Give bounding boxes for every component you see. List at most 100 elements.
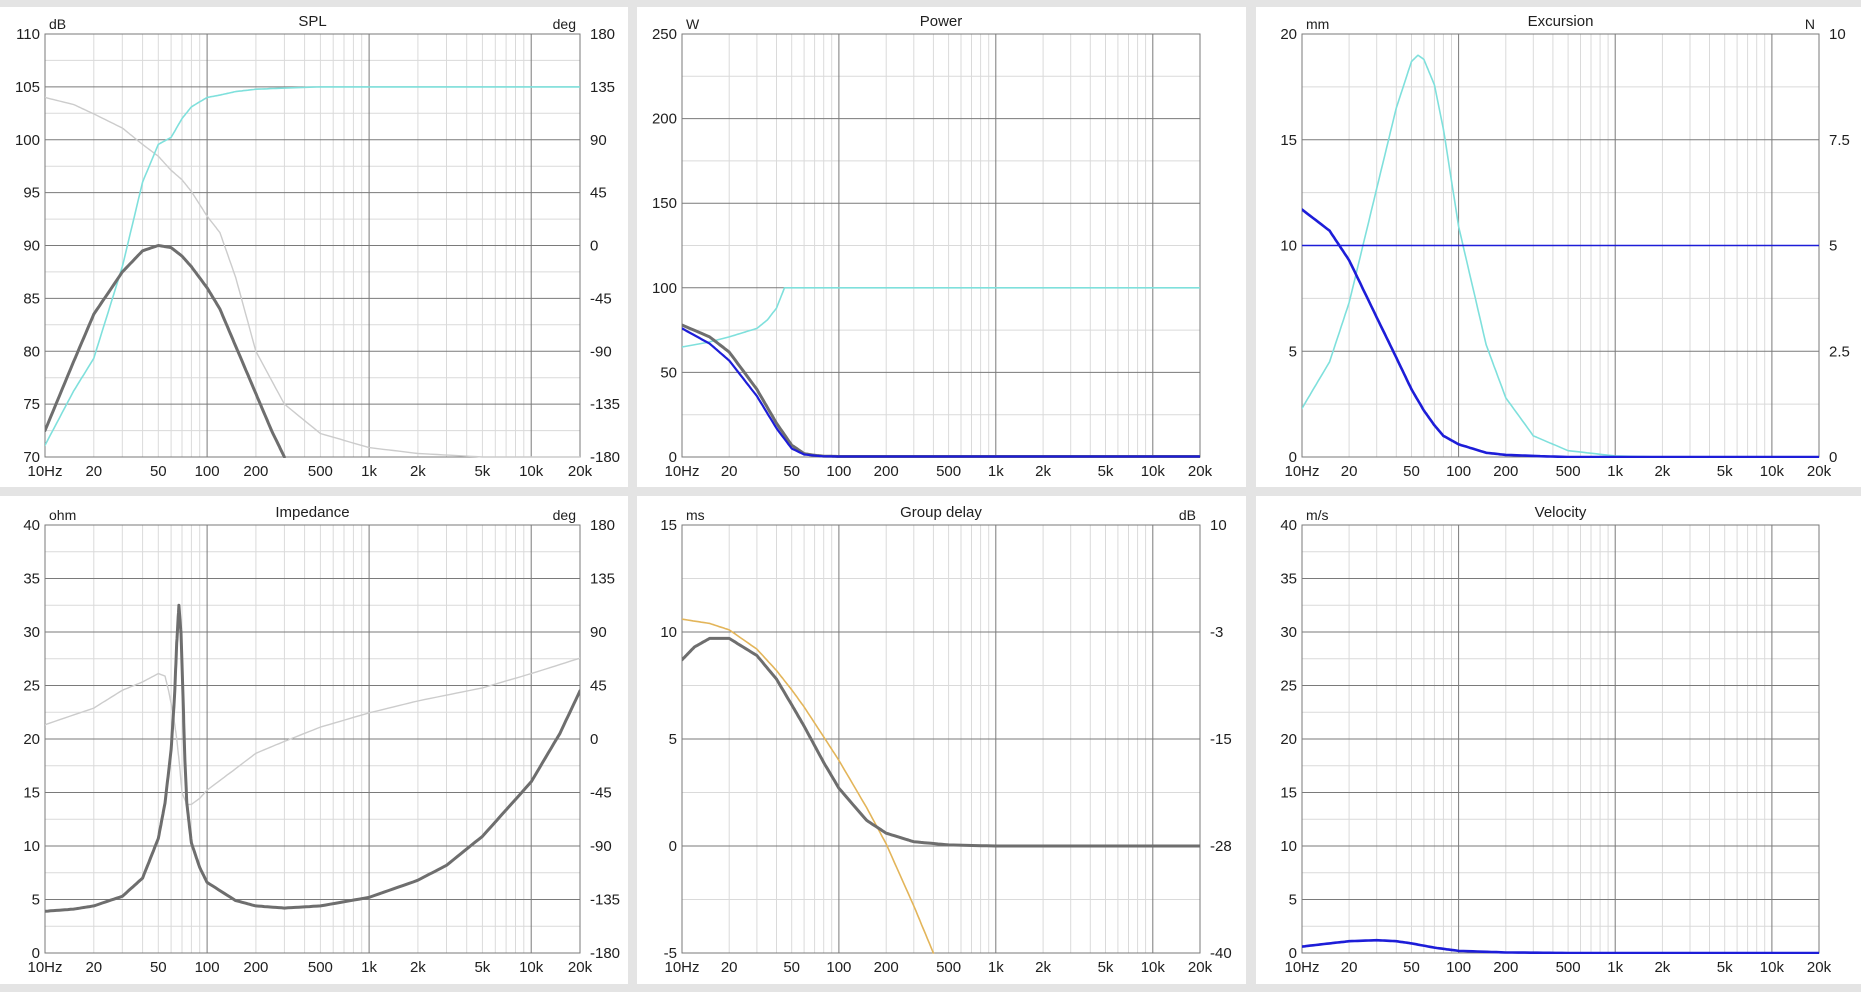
x-tick-label: 10Hz: [664, 463, 699, 480]
x-tick-label: 100: [195, 959, 220, 976]
y-tick-label: 10: [1280, 838, 1297, 855]
y-tick-label: 15: [1280, 785, 1297, 802]
x-tick-label: 500: [936, 463, 961, 480]
y-axis-unit: dB: [49, 16, 66, 32]
x-tick-label: 20k: [568, 463, 593, 480]
y-tick-label: 10: [23, 838, 40, 855]
spl-chart: SPLdB deg707580859095100105110-180-135-90…: [15, 13, 620, 480]
y2-tick-label: -28: [1210, 838, 1232, 855]
y-tick-label: 5: [1289, 892, 1297, 909]
x-tick-label: 100: [195, 463, 220, 480]
y2-tick-label: 0: [590, 731, 598, 748]
x-tick-label: 1k: [1607, 463, 1623, 480]
x-tick-label: 200: [1493, 959, 1518, 976]
y-tick-label: 150: [652, 195, 677, 212]
y-tick-label: 20: [1280, 731, 1297, 748]
y-tick-label: 0: [669, 838, 677, 855]
y-axis-unit: ohm: [49, 507, 76, 523]
x-tick-label: 100: [1446, 959, 1471, 976]
power-chart: PowerW05010015020025010Hz 20 50 100 200 500 1k…: [652, 13, 1213, 480]
x-tick-label: 10Hz: [27, 959, 62, 976]
y-tick-label: 25: [23, 678, 40, 695]
x-tick-label: 10k: [519, 959, 544, 976]
x-tick-label: 2k: [1654, 463, 1670, 480]
y2-axis-unit: deg: [553, 507, 576, 523]
x-tick-label: 5k: [474, 959, 490, 976]
x-tick-label: 200: [243, 463, 268, 480]
y-tick-label: 15: [1280, 132, 1297, 149]
major-gridlines: [45, 34, 580, 457]
chart-title: Excursion: [1528, 13, 1594, 30]
series-line-1: [682, 618, 935, 954]
series-group: [682, 618, 1200, 954]
velocity-chart-panel: Velocity m/s 0 5 10 15 20 25 30 35 40 10Hz 20 50 100 20…: [1256, 496, 1861, 984]
y-tick-label: 15: [660, 517, 677, 534]
series-line-1: [1302, 938, 1819, 954]
x-tick-label: 2k: [1035, 463, 1051, 480]
x-tick-label: 20k: [1807, 463, 1832, 480]
y-tick-label: 250: [652, 26, 677, 43]
y2-tick-label: 45: [590, 185, 607, 202]
x-tick-label: 200: [874, 463, 899, 480]
y-tick-label: 105: [15, 79, 40, 96]
x-tick-label: 50: [783, 959, 800, 976]
x-tick-label: 20: [1341, 959, 1358, 976]
x-tick-label: 200: [243, 959, 268, 976]
x-tick-label: 10k: [1760, 463, 1785, 480]
y-tick-label: 90: [23, 238, 40, 255]
chart-title: SPL: [298, 13, 326, 30]
y-tick-label: 10: [1280, 238, 1297, 255]
x-tick-label: 20k: [1188, 959, 1213, 976]
y-tick-label: 10: [660, 624, 677, 641]
y-tick-label: 20: [1280, 26, 1297, 43]
x-tick-label: 20: [85, 463, 102, 480]
y-tick-label: 95: [23, 185, 40, 202]
chart-title: Velocity: [1535, 504, 1587, 521]
x-tick-label: 20: [1341, 463, 1358, 480]
y-axis-unit: m/s: [1306, 507, 1329, 523]
x-tick-label: 10k: [1141, 959, 1166, 976]
series-group: [1302, 938, 1819, 954]
y2-tick-label: 180: [590, 26, 615, 43]
excursion-chart: Excursionmm N0510152002.557.51010Hz 20 50 10…: [1280, 13, 1850, 480]
y-tick-label: 20: [23, 731, 40, 748]
y2-tick-label: 2.5: [1829, 343, 1850, 360]
y-tick-label: 100: [15, 132, 40, 149]
x-tick-label: 50: [1403, 959, 1420, 976]
x-tick-label: 10Hz: [27, 463, 62, 480]
y-tick-label: 85: [23, 290, 40, 307]
series-line-1: [45, 657, 580, 806]
x-tick-label: 10k: [1760, 959, 1785, 976]
series-line-1: [682, 286, 1200, 348]
y-tick-label: 40: [1280, 517, 1297, 534]
y2-tick-label: -45: [590, 785, 612, 802]
y-axis-unit: W: [686, 16, 700, 32]
y2-tick-label: 90: [590, 132, 607, 149]
series-line-1: [45, 96, 580, 458]
series-line-1: [1302, 54, 1819, 458]
y-tick-label: 50: [660, 364, 677, 381]
x-tick-label: 10Hz: [664, 959, 699, 976]
y-tick-label: 15: [23, 785, 40, 802]
x-tick-label: 1k: [988, 463, 1004, 480]
group-delay-chart: Group delayms dB-5051015-40-28-15-31010Hz…: [660, 504, 1232, 976]
chart-title: Power: [920, 13, 963, 30]
y-tick-label: 5: [32, 892, 40, 909]
y-axis-unit: ms: [686, 507, 705, 523]
x-tick-label: 5k: [1098, 959, 1114, 976]
y2-tick-label: 0: [590, 238, 598, 255]
x-tick-label: 5k: [1717, 959, 1733, 976]
y2-tick-label: -180: [590, 945, 620, 962]
x-tick-label: 20: [721, 959, 738, 976]
series-group: [45, 603, 580, 913]
x-tick-label: 50: [1403, 463, 1420, 480]
y2-tick-label: -135: [590, 396, 620, 413]
y-tick-label: 75: [23, 396, 40, 413]
y-tick-label: 5: [1289, 343, 1297, 360]
x-tick-label: 1k: [988, 959, 1004, 976]
x-tick-label: 10k: [519, 463, 544, 480]
x-tick-label: 2k: [1654, 959, 1670, 976]
y-tick-label: 100: [652, 280, 677, 297]
series-line-2: [45, 603, 580, 913]
x-tick-label: 1k: [361, 463, 377, 480]
